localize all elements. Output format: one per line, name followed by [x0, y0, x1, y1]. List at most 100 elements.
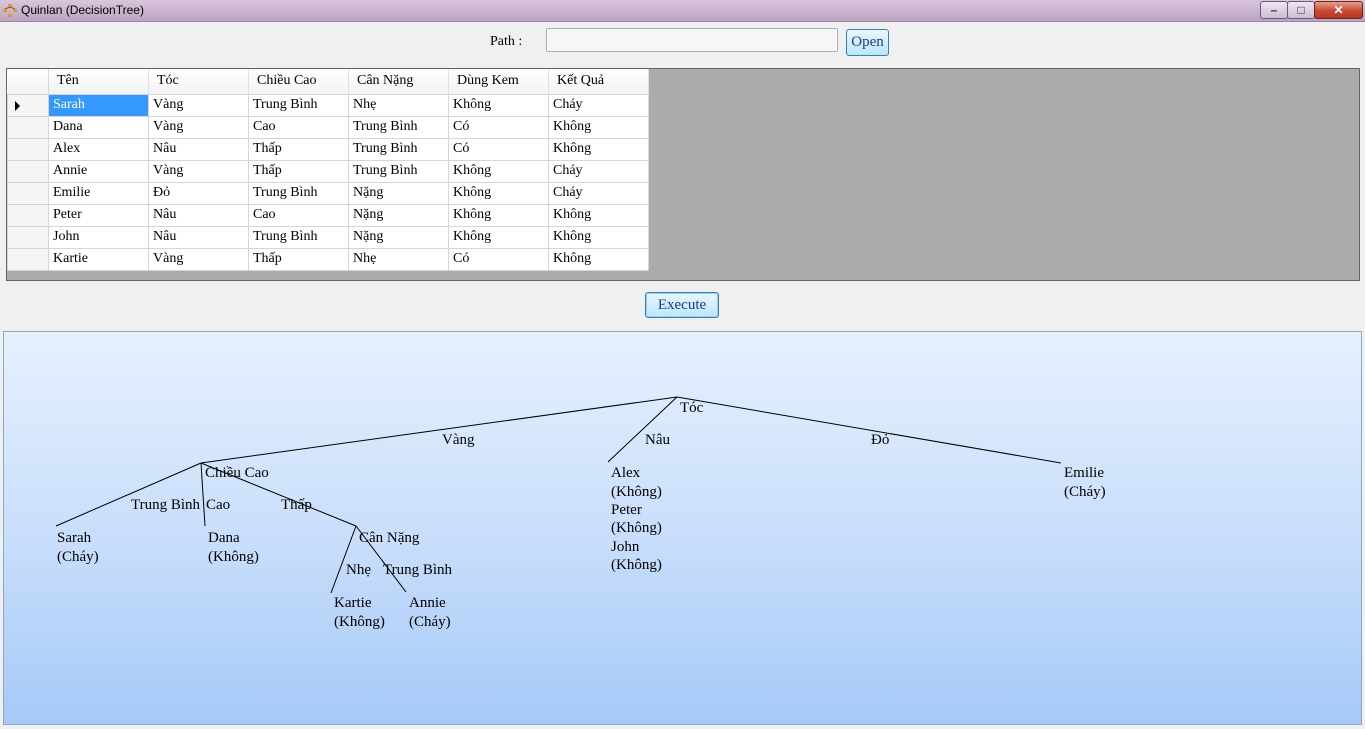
column-header[interactable]: Kết Quả — [548, 69, 649, 95]
table-cell[interactable]: John — [48, 225, 149, 249]
column-header[interactable]: Tóc — [148, 69, 249, 95]
table-cell[interactable]: Không — [448, 225, 549, 249]
table-cell[interactable]: Nâu — [148, 137, 249, 161]
row-header[interactable] — [7, 181, 49, 205]
table-cell[interactable]: Cao — [248, 115, 349, 139]
table-cell[interactable]: Sarah — [48, 93, 149, 117]
table-cell[interactable]: Kartie — [48, 247, 149, 271]
corner-header[interactable] — [7, 69, 49, 95]
maximize-button[interactable]: □ — [1287, 1, 1315, 19]
table-row[interactable]: Kartie Vàng Thấp Nhẹ Có Không — [7, 247, 649, 271]
table-cell[interactable]: Có — [448, 115, 549, 139]
table-cell[interactable]: Trung Bình — [348, 137, 449, 161]
table-cell[interactable]: Thấp — [248, 159, 349, 183]
table-row[interactable]: Peter Nâu Cao Nặng Không Không — [7, 203, 649, 227]
leaf-sarah-name: Sarah — [57, 530, 92, 546]
table-cell[interactable]: Peter — [48, 203, 149, 227]
table-cell[interactable]: Cháy — [548, 93, 649, 117]
edge-cc-trungbinh — [55, 462, 202, 527]
table-cell[interactable]: Alex — [48, 137, 149, 161]
decision-tree-diagram: Tóc Vàng Nâu Đỏ Chiều Cao Trung Bình Cao… — [55, 396, 1106, 630]
table-cell[interactable]: Trung Bình — [348, 159, 449, 183]
table-row[interactable]: Alex Nâu Thấp Trung Bình Có Không — [7, 137, 649, 161]
table-cell[interactable]: Đỏ — [148, 181, 249, 205]
table-cell[interactable]: Không — [448, 181, 549, 205]
table-cell[interactable]: Không — [548, 203, 649, 227]
table-cell[interactable]: Vàng — [148, 115, 249, 139]
row-header[interactable] — [7, 93, 49, 117]
row-header[interactable] — [7, 247, 49, 271]
table-cell[interactable]: Nặng — [348, 181, 449, 205]
table-cell[interactable]: Nâu — [148, 225, 249, 249]
open-button[interactable]: Open — [846, 29, 889, 56]
row-header[interactable] — [7, 203, 49, 227]
table-cell[interactable]: Cháy — [548, 159, 649, 183]
row-header[interactable] — [7, 159, 49, 183]
minimize-button[interactable]: – — [1260, 1, 1288, 19]
table-cell[interactable]: Nâu — [148, 203, 249, 227]
table-cell[interactable]: Dana — [48, 115, 149, 139]
branch-label-thap: Thấp — [281, 497, 312, 513]
table-row[interactable]: John Nâu Trung Bình Nặng Không Không — [7, 225, 649, 249]
leaf-peter-name: Peter — [611, 502, 642, 518]
table-cell[interactable]: Vàng — [148, 159, 249, 183]
table-row[interactable]: Emilie Đỏ Trung Bình Nặng Không Cháy — [7, 181, 649, 205]
row-header[interactable] — [7, 137, 49, 161]
table-cell[interactable]: Không — [448, 203, 549, 227]
table-cell[interactable]: Không — [548, 247, 649, 271]
path-input[interactable] — [546, 28, 838, 52]
row-header[interactable] — [7, 115, 49, 139]
column-header[interactable]: Cân Nặng — [348, 69, 449, 95]
column-header[interactable]: Chiều Cao — [248, 69, 349, 95]
branch-label-nau: Nâu — [645, 432, 670, 448]
table-cell[interactable]: Nặng — [348, 225, 449, 249]
column-header[interactable]: Dùng Kem — [448, 69, 549, 95]
edge-toc-nau — [607, 396, 678, 463]
table-row[interactable]: Dana Vàng Cao Trung Bình Có Không — [7, 115, 649, 139]
tree-node-chieu-cao: Chiều Cao — [205, 465, 269, 481]
table-cell[interactable]: Cao — [248, 203, 349, 227]
table-cell[interactable]: Annie — [48, 159, 149, 183]
header-row: Tên Tóc Chiều Cao Cân Nặng Dùng Kem Kết … — [7, 69, 649, 95]
table-cell[interactable]: Vàng — [148, 93, 249, 117]
table-cell[interactable]: Trung Bình — [248, 93, 349, 117]
table-cell[interactable]: Trung Bình — [248, 181, 349, 205]
table-cell[interactable]: Vàng — [148, 247, 249, 271]
table-cell[interactable]: Thấp — [248, 137, 349, 161]
table-cell[interactable]: Cháy — [548, 181, 649, 205]
table-cell[interactable]: Nhẹ — [348, 247, 449, 271]
table-cell[interactable]: Trung Bình — [248, 225, 349, 249]
table-cell[interactable]: Nhẹ — [348, 93, 449, 117]
table-cell[interactable]: Không — [548, 115, 649, 139]
leaf-dana-name: Dana — [208, 530, 240, 546]
table-cell[interactable]: Nặng — [348, 203, 449, 227]
table-row[interactable]: Annie Vàng Thấp Trung Bình Không Cháy — [7, 159, 649, 183]
leaf-john-result: (Không) — [611, 557, 662, 573]
maximize-icon: □ — [1297, 3, 1305, 17]
close-button[interactable]: ✕ — [1314, 1, 1363, 19]
table-row[interactable]: Sarah Vàng Trung Bình Nhẹ Không Cháy — [7, 93, 649, 117]
table-cell[interactable]: Không — [448, 159, 549, 183]
table-cell[interactable]: Không — [548, 225, 649, 249]
row-header[interactable] — [7, 225, 49, 249]
leaf-alex-result: (Không) — [611, 484, 662, 500]
table-cell[interactable]: Có — [448, 247, 549, 271]
table-cell[interactable]: Không — [448, 93, 549, 117]
table-cell[interactable]: Trung Bình — [348, 115, 449, 139]
table-cell[interactable]: Emilie — [48, 181, 149, 205]
table-cell[interactable]: Thấp — [248, 247, 349, 271]
tree-node-can-nang: Cân Nặng — [359, 530, 420, 546]
window-title: Quinlan (DecisionTree) — [21, 3, 144, 17]
leaf-john-name: John — [611, 539, 640, 555]
execute-button[interactable]: Execute — [645, 292, 719, 318]
table-cell[interactable]: Có — [448, 137, 549, 161]
leaf-alex-name: Alex — [611, 465, 641, 481]
column-header[interactable]: Tên — [48, 69, 149, 95]
data-grid[interactable]: Tên Tóc Chiều Cao Cân Nặng Dùng Kem Kết … — [6, 68, 1360, 281]
branch-label-vang: Vàng — [442, 432, 475, 448]
table-cell[interactable]: Không — [548, 137, 649, 161]
leaf-kartie-result: (Không) — [334, 614, 385, 630]
leaf-dana-result: (Không) — [208, 549, 259, 565]
close-icon: ✕ — [1333, 3, 1344, 17]
branch-label-cn-trung-binh: Trung Bình — [383, 562, 453, 578]
